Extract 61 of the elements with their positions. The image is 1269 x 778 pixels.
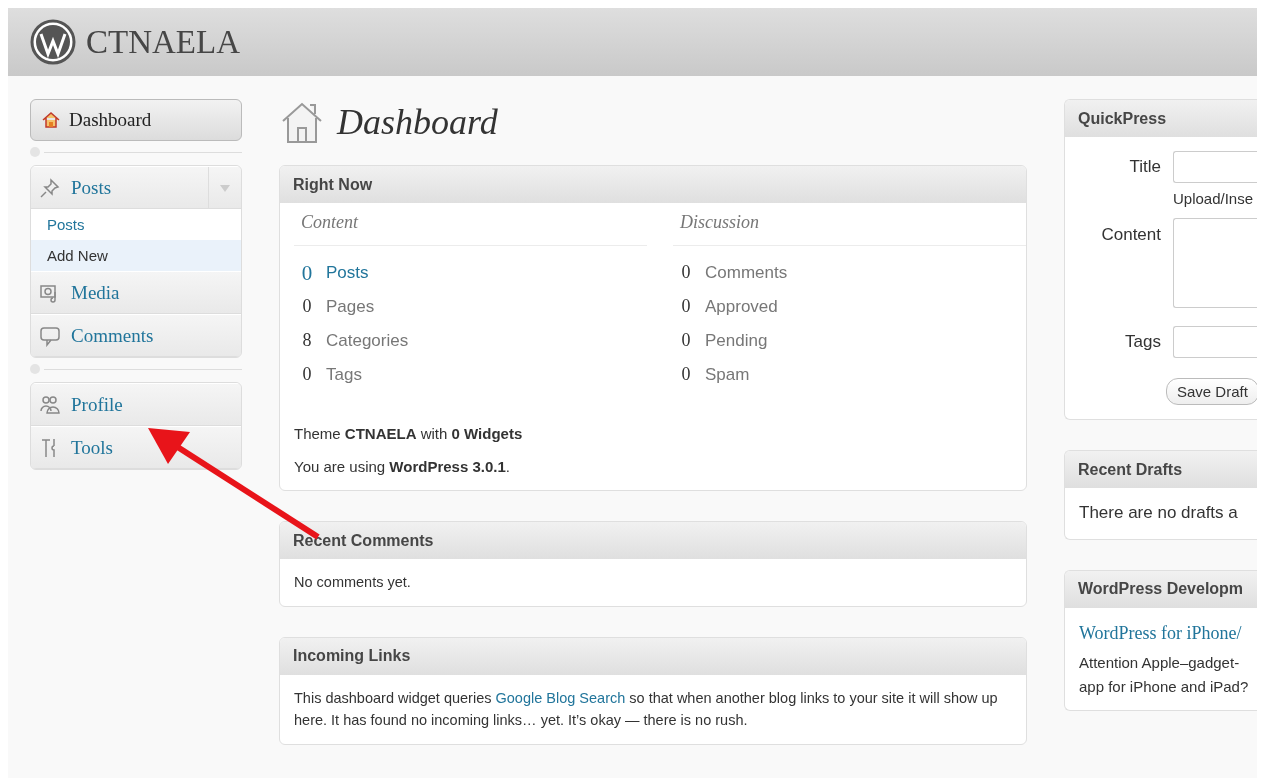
- description-text: This dashboard widget queries Google Blog Search so that when another blog links to your site it will show up here. It has found no incoming links… yet. It’s okay — there is no rush.: [294, 688, 999, 731]
- pushpin-icon: [39, 176, 61, 199]
- count-label: Tags: [326, 363, 362, 386]
- count-label: Pending: [705, 329, 768, 352]
- count-label: Spam: [705, 363, 750, 386]
- dropdown-arrow-icon[interactable]: [219, 182, 231, 193]
- version-info: You are using WordPress 3.0.1.: [294, 457, 511, 478]
- site-title: CTNAELA: [86, 23, 240, 61]
- field-label: Title: [1128, 155, 1161, 178]
- theme-info: Theme CTNAELA with 0 Widgets: [294, 423, 524, 444]
- submenu-item[interactable]: Posts: [31, 209, 241, 240]
- field-label: Content: [1100, 224, 1161, 247]
- count: 0: [680, 362, 692, 386]
- menu-item[interactable]: Media: [31, 271, 241, 314]
- count-label: Comments: [705, 261, 788, 284]
- count: 0: [680, 260, 692, 284]
- title-input[interactable]: [1173, 151, 1257, 183]
- panel-title: Right Now: [280, 166, 1026, 203]
- dashboard-menu-item[interactable]: Dashboard: [30, 99, 242, 141]
- count: 0: [680, 294, 692, 318]
- panel-title: WordPress Developm: [1065, 570, 1257, 608]
- count-label: Approved: [705, 295, 778, 318]
- empty-message: There are no drafts a: [1079, 503, 1238, 523]
- page-title: Dashboard: [337, 101, 498, 143]
- submenu-item[interactable]: Add New: [31, 240, 241, 271]
- post-excerpt-line: app for iPhone and iPad?: [1079, 676, 1250, 697]
- users-icon: [39, 393, 61, 416]
- menu-label: Comments: [71, 324, 154, 347]
- column-heading: Discussion: [673, 203, 1026, 246]
- count: 0: [301, 294, 313, 318]
- menu-item[interactable]: Comments: [31, 314, 241, 357]
- menu-label: Posts: [71, 176, 112, 199]
- blog-search-link[interactable]: Google Blog Search: [495, 689, 626, 706]
- panel-title: Recent Drafts: [1065, 451, 1257, 489]
- column-heading: Content: [294, 203, 647, 246]
- count: 8: [301, 328, 313, 352]
- menu-item[interactable]: Posts: [31, 166, 241, 209]
- upload-label[interactable]: Upload/Inse: [1065, 187, 1257, 211]
- panel-title: Recent Comments: [280, 522, 1026, 560]
- menu-label: Tools: [71, 436, 113, 459]
- count-label: Categories: [326, 329, 409, 352]
- count-label: Pages: [326, 295, 375, 318]
- menu-label: Media: [71, 281, 120, 304]
- panel-title: QuickPress: [1065, 100, 1257, 137]
- tags-input[interactable]: [1173, 326, 1257, 359]
- post-excerpt-line: Attention Apple–gadget-: [1079, 653, 1241, 674]
- menu-item[interactable]: Profile: [31, 383, 241, 426]
- empty-message: No comments yet.: [294, 574, 411, 591]
- field-label: Tags: [1124, 331, 1161, 354]
- panel-title: Incoming Links: [280, 637, 1026, 675]
- menu-label: Profile: [71, 393, 123, 416]
- home-icon: [41, 110, 61, 130]
- speech-bubble-icon: [39, 324, 61, 347]
- count-label[interactable]: Posts: [326, 259, 369, 287]
- save-draft-button[interactable]: Save Draft: [1166, 378, 1257, 406]
- wordpress-logo-icon: [30, 19, 76, 65]
- count[interactable]: 0: [300, 256, 314, 290]
- count: 0: [680, 328, 692, 352]
- content-textarea[interactable]: [1173, 218, 1257, 309]
- count: 0: [301, 362, 313, 386]
- post-link[interactable]: WordPress for iPhone/: [1079, 619, 1257, 648]
